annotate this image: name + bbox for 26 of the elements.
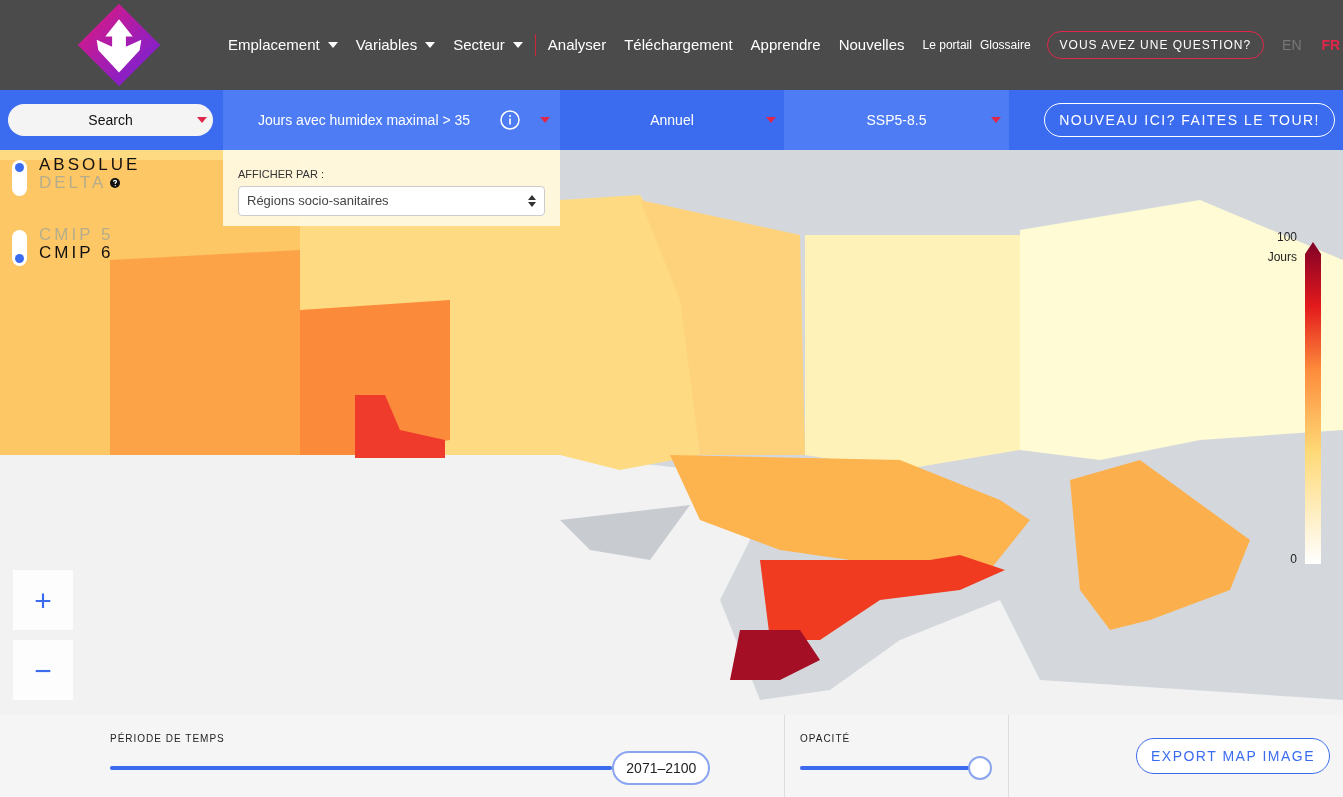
nav-link[interactable]: Secteur — [453, 33, 523, 57]
display-by-select[interactable]: Régions socio-sanitaires — [238, 185, 545, 216]
nav-link[interactable]: Nouvelles — [838, 33, 905, 57]
export-button[interactable]: EXPORT MAP IMAGE — [1135, 738, 1330, 774]
variable-select[interactable]: Jours avec humidex maximal > 35 — [223, 90, 560, 150]
legend-min: 0 — [1290, 551, 1297, 568]
time-period-label: PÉRIODE DE TEMPS — [110, 731, 226, 746]
scenario-select[interactable]: SSP5-8.5 — [784, 90, 1009, 150]
nav-link[interactable]: Le portail — [922, 36, 972, 54]
nav-link[interactable]: Analyser — [547, 33, 607, 57]
search-field[interactable]: Search — [8, 104, 213, 136]
toggle-label[interactable]: CMIP 6 — [39, 244, 114, 262]
nav-link[interactable]: Variables — [355, 33, 436, 57]
zoom-in-button[interactable]: + — [13, 570, 73, 630]
opacity-label: OPACITÉ — [800, 731, 852, 746]
nav-link[interactable]: Emplacement — [228, 33, 338, 57]
slider-handle[interactable]: 2071–2100 — [612, 751, 711, 785]
nav-link[interactable]: Téléchargement — [624, 33, 733, 57]
toggle-label[interactable]: ABSOLUE — [39, 156, 141, 174]
nav-link[interactable]: Glossaire — [979, 36, 1031, 54]
zoom-out-button[interactable]: − — [13, 640, 73, 700]
nav-link[interactable]: Apprendre — [750, 33, 821, 57]
frequency-select[interactable]: Annuel — [560, 90, 784, 150]
legend-unit: Jours — [1267, 249, 1297, 266]
display-by-label: AFFICHER PAR : — [238, 167, 325, 182]
legend-max: 100 — [1276, 229, 1297, 246]
